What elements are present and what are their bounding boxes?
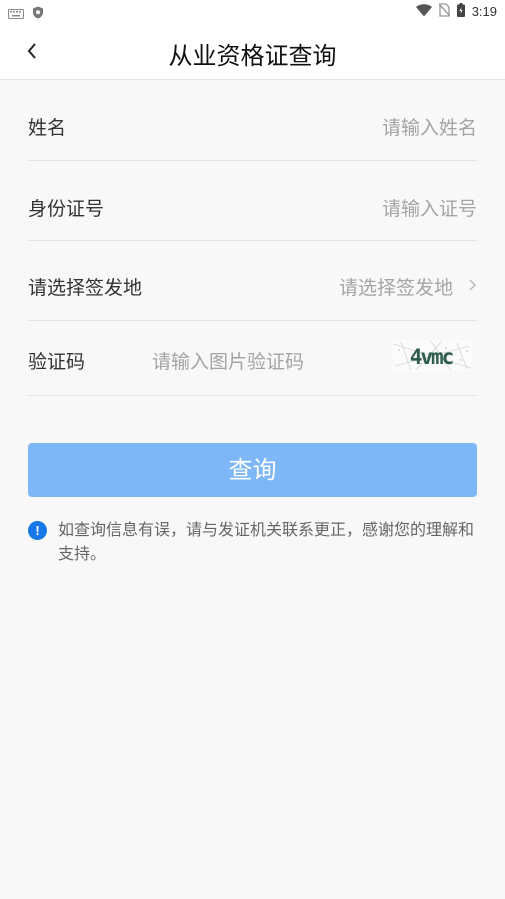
name-row: 姓名 请输入姓名 [28,90,477,161]
id-number-row: 身份证号 请输入证号 [28,161,477,241]
captcha-label: 验证码 [28,351,86,373]
captcha-image[interactable]: 4vmc [391,340,473,372]
id-number-label: 身份证号 [28,198,105,220]
captcha-input[interactable]: 请输入图片验证码 [152,347,304,374]
query-button[interactable]: 查询 [28,443,477,497]
info-icon: ! [28,521,47,540]
issue-place-label: 请选择签发地 [28,277,143,299]
battery-icon [456,3,465,20]
wifi-icon [415,3,432,20]
no-sim-icon [438,3,451,20]
page-title: 从业资格证查询 [168,42,337,70]
clock-text: 3:19 [471,4,497,19]
name-label: 姓名 [28,117,67,139]
app-header: 从业资格证查询 [0,22,505,80]
issue-place-row[interactable]: 请选择签发地 请选择签发地 [28,241,477,321]
captcha-row: 验证码 请输入图片验证码 4vmc [28,321,477,396]
shield-notification-icon [32,4,44,23]
chevron-right-icon [469,279,477,291]
notice-text: 如查询信息有误，请与发证机关联系更正，感谢您的理解和支持。 [58,520,475,563]
captcha-text: 4vmc [410,345,453,369]
status-bar: 3:19 [0,0,505,22]
keyboard-icon [8,4,24,23]
issue-place-select[interactable]: 请选择签发地 [339,273,453,300]
name-input[interactable]: 请输入姓名 [382,113,477,140]
id-number-input[interactable]: 请输入证号 [382,194,477,221]
